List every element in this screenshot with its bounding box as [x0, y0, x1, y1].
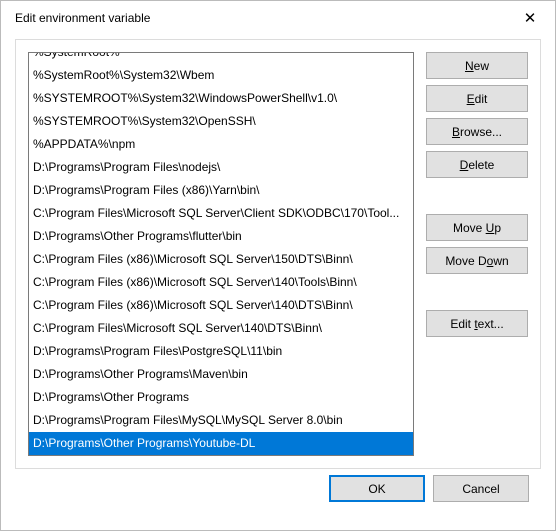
move-up-button[interactable]: Move Up [426, 214, 528, 241]
browse-button[interactable]: Browse... [426, 118, 528, 145]
edit-text-button-label: Edit text... [450, 317, 503, 331]
titlebar: Edit environment variable ✕ [1, 1, 555, 33]
list-item[interactable]: D:\Programs\Other Programs\Maven\bin [29, 363, 413, 386]
new-button-label: New [465, 59, 489, 73]
move-down-button[interactable]: Move Down [426, 247, 528, 274]
spacer [426, 280, 528, 304]
move-down-button-label: Move Down [445, 254, 508, 268]
list-item[interactable]: %APPDATA%\npm [29, 133, 413, 156]
window-title: Edit environment variable [15, 11, 150, 25]
path-list-wrap: C:\ProgramData\chocolatey\bin%SystemRoot… [28, 52, 414, 456]
group-box: C:\ProgramData\chocolatey\bin%SystemRoot… [15, 39, 541, 469]
list-item[interactable]: C:\Program Files (x86)\Microsoft SQL Ser… [29, 271, 413, 294]
delete-button[interactable]: Delete [426, 151, 528, 178]
list-item[interactable]: C:\Program Files\Microsoft SQL Server\Cl… [29, 202, 413, 225]
dialog-window: Edit environment variable ✕ C:\ProgramDa… [0, 0, 556, 531]
list-item[interactable]: %SYSTEMROOT%\System32\OpenSSH\ [29, 110, 413, 133]
list-item[interactable]: D:\Programs\Other Programs\flutter\bin [29, 225, 413, 248]
spacer [426, 184, 528, 208]
list-item[interactable]: D:\Programs\Program Files\nodejs\ [29, 156, 413, 179]
new-button[interactable]: New [426, 52, 528, 79]
list-item[interactable]: %SystemRoot%\System32\Wbem [29, 64, 413, 87]
move-up-button-label: Move Up [453, 221, 501, 235]
list-item[interactable]: %SYSTEMROOT%\System32\WindowsPowerShell\… [29, 87, 413, 110]
list-item[interactable]: C:\Program Files (x86)\Microsoft SQL Ser… [29, 294, 413, 317]
list-item[interactable]: C:\Program Files\Microsoft SQL Server\14… [29, 317, 413, 340]
edit-button-label: Edit [467, 92, 488, 106]
edit-button[interactable]: Edit [426, 85, 528, 112]
ok-button[interactable]: OK [329, 475, 425, 502]
cancel-button[interactable]: Cancel [433, 475, 529, 502]
delete-button-label: Delete [460, 158, 495, 172]
list-item[interactable]: C:\Program Files (x86)\Microsoft SQL Ser… [29, 248, 413, 271]
list-item[interactable]: D:\Programs\Other Programs [29, 386, 413, 409]
close-button[interactable]: ✕ [513, 7, 547, 29]
button-sidebar: New Edit Browse... Delete Move Up Move D… [426, 52, 528, 456]
browse-button-label: Browse... [452, 125, 502, 139]
list-item[interactable]: D:\Programs\Program Files\PostgreSQL\11\… [29, 340, 413, 363]
content-area: C:\ProgramData\chocolatey\bin%SystemRoot… [1, 33, 555, 530]
edit-text-button[interactable]: Edit text... [426, 310, 528, 337]
list-item[interactable]: %SystemRoot% [29, 53, 413, 64]
list-item[interactable]: D:\Programs\Other Programs\Youtube-DL [29, 432, 413, 455]
footer: OK Cancel [15, 469, 541, 516]
path-listbox[interactable]: C:\ProgramData\chocolatey\bin%SystemRoot… [29, 53, 413, 455]
close-icon: ✕ [524, 11, 537, 26]
list-item[interactable]: D:\Programs\Program Files (x86)\Yarn\bin… [29, 179, 413, 202]
list-item[interactable]: D:\Programs\Program Files\MySQL\MySQL Se… [29, 409, 413, 432]
